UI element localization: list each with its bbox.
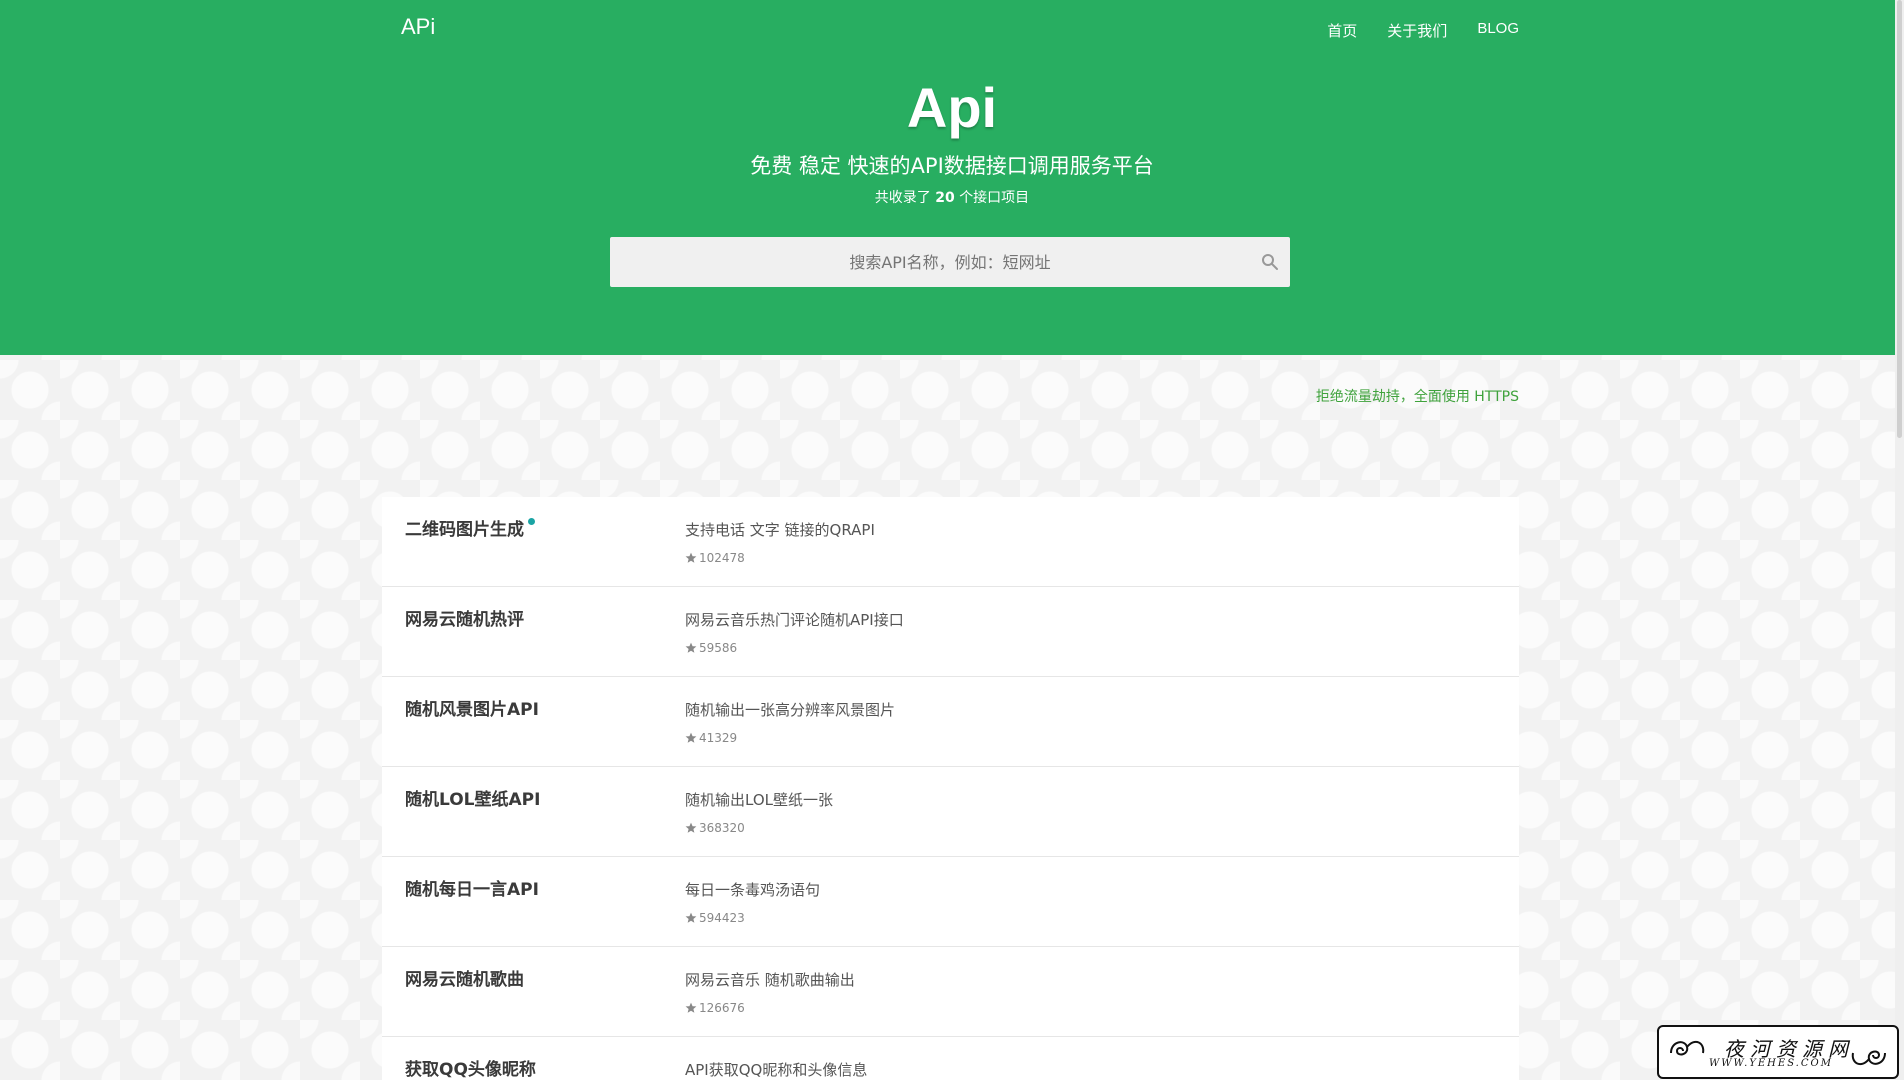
nav-blog[interactable]: BLOG <box>1477 20 1519 41</box>
api-stars: 594423 <box>685 911 745 925</box>
watermark-en: WWW.YEHES.COM <box>1709 1058 1833 1069</box>
api-stars: 59586 <box>685 641 737 655</box>
api-desc: 支持电话 文字 链接的QRAPI <box>685 521 875 539</box>
api-item[interactable]: 随机风景图片API 随机输出一张高分辨率风景图片 41329 <box>382 677 1519 767</box>
api-desc: 网易云音乐热门评论随机API接口 <box>685 611 904 629</box>
api-desc: 随机输出一张高分辨率风景图片 <box>685 701 896 719</box>
api-stars: 102478 <box>685 551 745 565</box>
top-nav: 首页 关于我们 BLOG <box>1327 20 1519 41</box>
https-notice: 拒绝流量劫持，全面使用 HTTPS <box>1315 389 1519 405</box>
scrollbar[interactable] <box>1895 0 1904 1080</box>
api-item[interactable]: 网易云随机歌曲 网易云音乐 随机歌曲输出 126676 <box>382 947 1519 1037</box>
star-icon <box>685 822 697 833</box>
hero-subtitle: 免费 稳定 快速的API数据接口调用服务平台 <box>750 154 1154 178</box>
ornament-left-icon <box>1670 1040 1705 1056</box>
new-dot <box>528 518 535 525</box>
brand-logo[interactable]: APi <box>401 14 435 40</box>
api-name[interactable]: 随机风景图片API <box>405 695 539 720</box>
search-box <box>610 237 1290 287</box>
api-count: 共收录了 20 个接口项目 <box>0 187 1904 207</box>
api-item[interactable]: 网易云随机热评 网易云音乐热门评论随机API接口 59586 <box>382 587 1519 677</box>
count-value: 20 <box>935 190 955 206</box>
api-name[interactable]: 随机每日一言API <box>405 875 539 900</box>
star-icon <box>685 642 697 653</box>
star-icon <box>685 1002 697 1013</box>
count-suffix: 个接口项目 <box>959 190 1030 206</box>
api-item[interactable]: 二维码图片生成 支持电话 文字 链接的QRAPI 102478 <box>382 497 1519 587</box>
api-name[interactable]: 获取QQ头像昵称 <box>405 1055 536 1080</box>
api-desc: 网易云音乐 随机歌曲输出 <box>685 971 855 989</box>
api-list: 二维码图片生成 支持电话 文字 链接的QRAPI 102478 网易云随机热评 … <box>382 497 1519 1080</box>
api-desc: 每日一条毒鸡汤语句 <box>685 881 821 899</box>
header: APi 首页 关于我们 BLOG Api 免费 稳定 快速的API数据接口调用服… <box>0 0 1904 355</box>
hero-title: Api <box>906 76 998 139</box>
watermark-logo: 夜河资源网 WWW.YEHES.COM <box>1657 1025 1899 1079</box>
api-stars: 126676 <box>685 1001 745 1015</box>
scroll-thumb[interactable] <box>1897 0 1902 438</box>
api-item[interactable]: 随机每日一言API 每日一条毒鸡汤语句 594423 <box>382 857 1519 947</box>
api-stars: 41329 <box>685 731 737 745</box>
star-icon <box>685 732 697 743</box>
star-icon <box>685 912 697 923</box>
nav-about[interactable]: 关于我们 <box>1387 20 1447 41</box>
api-name[interactable]: 二维码图片生成 <box>405 515 535 540</box>
search-input[interactable] <box>610 237 1290 287</box>
api-desc: 随机输出LOL壁纸一张 <box>685 791 833 809</box>
api-name[interactable]: 网易云随机歌曲 <box>405 965 524 990</box>
api-name[interactable]: 随机LOL壁纸API <box>405 785 540 810</box>
star-icon <box>685 552 697 563</box>
api-item[interactable]: 获取QQ头像昵称 API获取QQ昵称和头像信息 <box>382 1037 1519 1080</box>
api-stars: 368320 <box>685 821 745 835</box>
nav-home[interactable]: 首页 <box>1327 20 1357 41</box>
search-icon[interactable] <box>1260 252 1280 272</box>
api-item[interactable]: 随机LOL壁纸API 随机输出LOL壁纸一张 368320 <box>382 767 1519 857</box>
count-prefix: 共收录了 <box>874 190 931 206</box>
api-name[interactable]: 网易云随机热评 <box>405 605 524 630</box>
api-desc: API获取QQ昵称和头像信息 <box>685 1061 868 1079</box>
